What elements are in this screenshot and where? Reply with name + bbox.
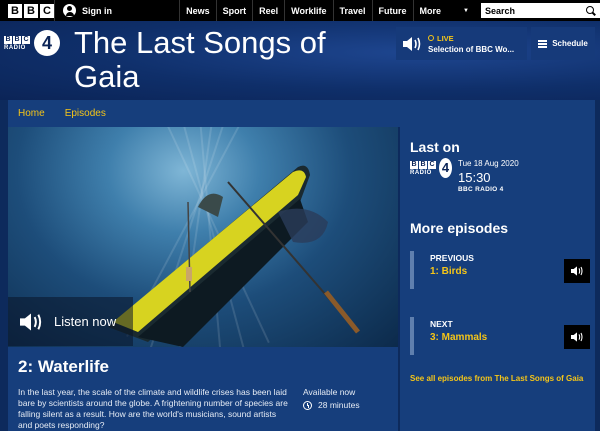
episode-description: In the last year, the scale of the clima… [18,387,288,430]
radio-4-small-logo-letter: B [410,160,418,169]
listen-now-label: Listen now [54,314,117,329]
nav-item-reel[interactable]: Reel [252,0,284,21]
sign-in-link[interactable]: Sign in [54,0,121,21]
episode-hero-image: Listen now [8,127,398,347]
search-wrap: Search [481,0,600,21]
live-programme-title: Selection of BBC Wo... [428,44,515,54]
radio-4-logo-letter: B [4,35,12,44]
speaker-icon [20,312,42,331]
sidebar: Last on B B C RADIO 4 Tue 18 Aug 2020 15… [400,127,595,431]
programme-nav: Home Episodes [8,100,595,127]
nav-item-future[interactable]: Future [371,0,413,21]
prog-nav-home[interactable]: Home [18,108,45,119]
next-episode-title[interactable]: 3: Mammals [430,332,487,343]
radio-4-logo-letter: B [13,35,21,44]
radio-4-logo-letter: C [22,35,30,44]
listen-now-button[interactable]: Listen now [8,297,133,346]
duration-text: 28 minutes [318,400,360,410]
masthead: B B C RADIO 4 The Last Songs of Gaia LIV… [0,21,600,100]
bbc-logo-letter: B [24,3,38,18]
bbc-logo-letter: B [8,3,22,18]
next-label: NEXT [430,319,453,329]
duration: 28 minutes [303,400,360,410]
speaker-icon [403,36,421,51]
last-on-station: BBC RADIO 4 [458,186,504,193]
live-player-button[interactable]: LIVE Selection of BBC Wo... [396,27,527,60]
previous-episode-title[interactable]: 1: Birds [430,266,467,277]
sign-in-label: Sign in [82,5,112,16]
search-placeholder: Search [485,5,516,16]
live-label: LIVE [437,33,454,43]
schedule-icon [538,39,548,48]
radio-4-logo-word: RADIO [4,44,26,51]
last-on-date: Tue 18 Aug 2020 [458,159,519,168]
radio-4-logo[interactable]: B B C RADIO 4 [4,29,64,57]
schedule-label: Schedule [552,39,588,48]
prog-nav-episodes[interactable]: Episodes [65,108,106,119]
bbc-logo-letter: C [40,3,54,18]
clock-icon [303,400,312,410]
nav-item-news[interactable]: News [179,0,216,21]
schedule-button[interactable]: Schedule [531,27,595,60]
radio-4-logo-number: 4 [34,30,60,56]
programme-title: The Last Songs of Gaia [74,25,326,94]
last-on-time: 15:30 [458,170,491,185]
radio-4-small-logo-number: 4 [439,158,452,178]
speaker-icon [571,266,583,276]
previous-play-button[interactable] [564,259,590,283]
last-on-heading: Last on [410,139,460,155]
live-dot-icon [428,35,434,41]
speaker-icon [571,332,583,342]
previous-label: PREVIOUS [430,253,474,263]
global-nav-bar: B B C Sign in News Sport Reel Worklife T… [0,0,600,21]
nav-more-label: More [419,5,442,16]
radio-4-small-logo-letter: B [419,160,427,169]
next-play-button[interactable] [564,325,590,349]
nav-item-travel[interactable]: Travel [332,0,372,21]
previous-episode-card[interactable]: PREVIOUS 1: Birds [410,251,590,289]
next-episode-card[interactable]: NEXT 3: Mammals [410,317,590,355]
nav-item-worklife[interactable]: Worklife [284,0,332,21]
radio-4-small-logo-letter: C [428,160,436,169]
episode-info-panel: 2: Waterlife In the last year, the scale… [8,347,398,431]
radio-4-small-logo: B B C RADIO 4 [410,157,452,179]
nav-item-more[interactable]: More ▼ [412,0,473,21]
search-input[interactable]: Search [481,3,600,18]
user-icon [63,4,76,17]
global-nav-menu: News Sport Reel Worklife Travel Future M… [179,0,473,21]
availability-text: Available now [303,387,356,397]
more-episodes-heading: More episodes [410,220,509,236]
chevron-down-icon: ▼ [463,7,469,14]
episode-title: 2: Waterlife [18,357,110,376]
radio-4-small-logo-word: RADIO [410,169,432,176]
bbc-logo[interactable]: B B C [0,0,54,21]
live-badge: LIVE [428,34,514,43]
search-icon[interactable] [586,5,596,16]
see-all-episodes-link[interactable]: See all episodes from The Last Songs of … [410,373,588,384]
nav-item-sport[interactable]: Sport [215,0,253,21]
